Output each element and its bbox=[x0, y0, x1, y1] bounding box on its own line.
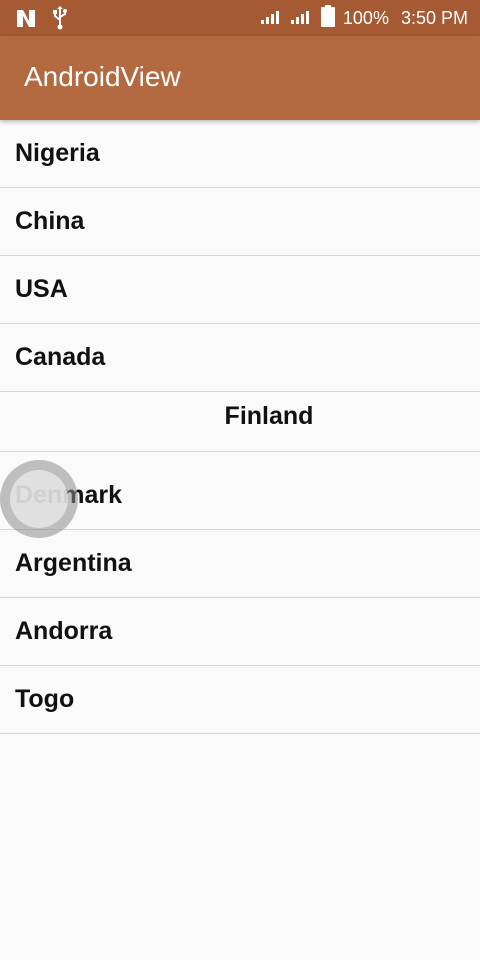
list-item[interactable]: Finland bbox=[0, 392, 480, 452]
list-item-label: USA bbox=[15, 275, 68, 303]
country-list[interactable]: Nigeria China USA Canada Finland Denmark… bbox=[0, 120, 480, 734]
status-bar: 100% 3:50 PM bbox=[0, 0, 480, 36]
list-item-label: Togo bbox=[15, 685, 75, 713]
battery-icon bbox=[320, 4, 335, 32]
list-item-label: Argentina bbox=[15, 549, 132, 577]
list-item-label: China bbox=[15, 207, 85, 235]
signal-icon bbox=[260, 8, 283, 29]
notification-n-icon bbox=[14, 7, 38, 34]
app-bar: AndroidView bbox=[0, 36, 480, 120]
list-item-label: Nigeria bbox=[15, 139, 100, 167]
status-bar-left bbox=[14, 6, 68, 35]
clock: 3:50 PM bbox=[400, 7, 468, 28]
list-item-label: Finland bbox=[224, 402, 314, 430]
list-item[interactable]: Canada bbox=[0, 324, 480, 392]
usb-icon bbox=[52, 6, 68, 35]
list-item[interactable]: Nigeria bbox=[0, 120, 480, 188]
signal-icon bbox=[290, 8, 313, 29]
touch-indicator bbox=[0, 460, 78, 538]
list-item[interactable]: Togo bbox=[0, 666, 480, 734]
list-item[interactable]: Argentina bbox=[0, 530, 480, 598]
app-title: AndroidView bbox=[24, 61, 181, 92]
list-item[interactable]: China bbox=[0, 188, 480, 256]
status-bar-right: 100% 3:50 PM bbox=[260, 0, 468, 36]
touch-indicator-center bbox=[10, 470, 68, 528]
list-item-label: Canada bbox=[15, 343, 106, 371]
list-item[interactable]: Andorra bbox=[0, 598, 480, 666]
battery-percent: 100% bbox=[342, 7, 389, 28]
list-item-label: Andorra bbox=[15, 617, 113, 645]
list-item[interactable]: USA bbox=[0, 256, 480, 324]
